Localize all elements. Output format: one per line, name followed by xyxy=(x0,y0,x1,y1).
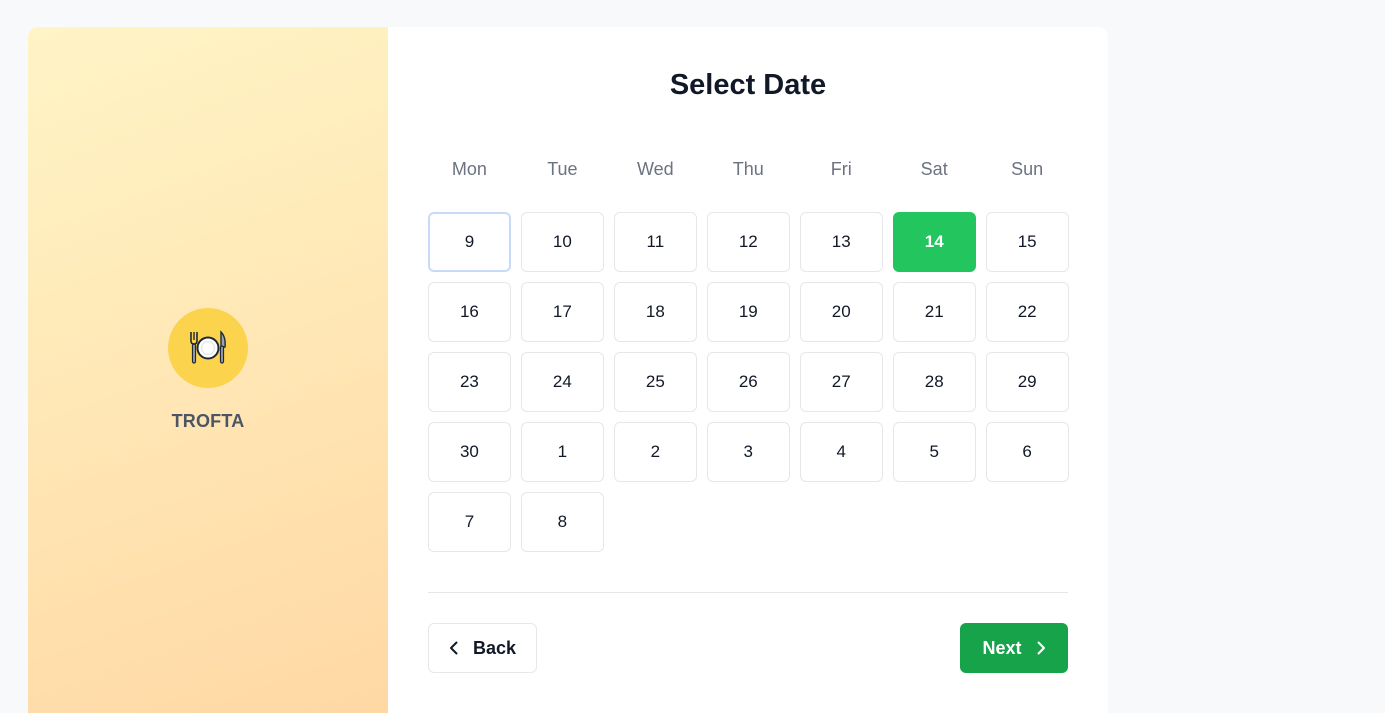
weekday-header: Mon Tue Wed Thu Fri Sat Sun xyxy=(428,159,1068,183)
fork-knife-plate-icon xyxy=(190,330,226,364)
date-cell[interactable]: 21 xyxy=(892,282,976,342)
weekday-thu: Thu xyxy=(732,159,764,179)
date-cell[interactable]: 24 xyxy=(520,352,604,412)
date-cell[interactable]: 2 xyxy=(613,422,697,482)
weekday-sat: Sat xyxy=(920,159,948,179)
date-cell[interactable]: 6 xyxy=(985,422,1069,482)
weekday-mon: Mon xyxy=(451,159,487,179)
date-cell[interactable]: 10 xyxy=(520,212,604,272)
chevron-right-icon xyxy=(1037,641,1045,655)
date-cell[interactable]: 27 xyxy=(799,352,883,412)
date-cell[interactable]: 8 xyxy=(520,492,604,552)
date-cell-today[interactable]: 9 xyxy=(428,212,511,272)
date-cell[interactable]: 18 xyxy=(613,282,697,342)
date-cell[interactable]: 15 xyxy=(985,212,1069,272)
next-button-label: Next xyxy=(982,637,1022,658)
date-panel: Select Date Mon Tue Wed Thu Fri Sat Sun 9 10 11 1… xyxy=(388,27,1108,713)
back-button[interactable]: Back xyxy=(428,623,537,673)
date-cell[interactable]: 7 xyxy=(428,492,511,552)
next-button[interactable]: Next xyxy=(960,623,1068,673)
weekday-sun: Sun xyxy=(1011,159,1044,179)
brand-name: TROFTA xyxy=(171,411,245,431)
date-cell[interactable]: 5 xyxy=(892,422,976,482)
back-button-label: Back xyxy=(472,637,517,658)
page-title: Select Date xyxy=(669,69,827,101)
date-cell[interactable]: 25 xyxy=(613,352,697,412)
date-cell[interactable]: 11 xyxy=(613,212,697,272)
date-cell[interactable]: 30 xyxy=(428,422,511,482)
date-cell-selected[interactable]: 14 xyxy=(892,212,976,272)
booking-card: TROFTA Select Date Mon Tue Wed Thu Fri Sat Sun… xyxy=(28,27,1108,713)
date-cell[interactable]: 1 xyxy=(520,422,604,482)
date-cell[interactable]: 13 xyxy=(799,212,883,272)
date-cell[interactable]: 3 xyxy=(706,422,790,482)
date-cell[interactable]: 16 xyxy=(428,282,511,342)
brand-panel: TROFTA xyxy=(28,27,388,713)
date-cell[interactable]: 29 xyxy=(985,352,1069,412)
chevron-left-icon xyxy=(449,641,458,655)
date-cell[interactable]: 26 xyxy=(706,352,790,412)
date-cell[interactable]: 28 xyxy=(892,352,976,412)
date-cell[interactable]: 17 xyxy=(520,282,604,342)
weekday-wed: Wed xyxy=(636,159,674,179)
date-cell[interactable]: 22 xyxy=(985,282,1069,342)
date-cell[interactable]: 4 xyxy=(799,422,883,482)
weekday-tue: Tue xyxy=(547,159,578,179)
divider xyxy=(428,592,1068,593)
date-cell[interactable]: 23 xyxy=(428,352,511,412)
date-cell[interactable]: 12 xyxy=(706,212,790,272)
weekday-fri: Fri xyxy=(830,159,852,179)
date-cell[interactable]: 19 xyxy=(706,282,790,342)
logo xyxy=(168,308,248,388)
calendar-grid: 9 10 11 12 13 14 15 16 17 18 19 20 21 22 23 24 25 26 27 28 2… xyxy=(428,212,1069,552)
date-cell[interactable]: 20 xyxy=(799,282,883,342)
